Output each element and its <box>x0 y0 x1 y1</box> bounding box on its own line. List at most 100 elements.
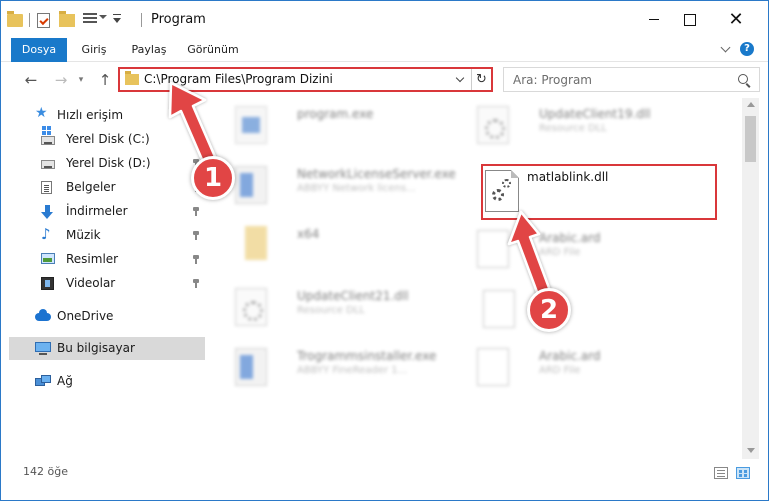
file-icon <box>477 348 509 386</box>
sidebar-item-drive-d[interactable]: Yerel Disk (D:) <box>9 152 205 175</box>
drive-c-icon <box>41 131 55 145</box>
pictures-icon <box>41 253 55 264</box>
pin-icon <box>193 255 199 264</box>
search-input[interactable]: Ara: Program <box>513 73 592 87</box>
scroll-up-icon[interactable] <box>747 102 755 107</box>
gear-icon <box>492 189 504 201</box>
search-icon <box>738 74 748 84</box>
scrollbar-thumb[interactable] <box>745 116 756 162</box>
highlighted-file-name[interactable]: matlablink.dll <box>527 170 608 184</box>
address-bar[interactable]: C:\Program Files\Program Dizini ↻ <box>118 67 493 92</box>
onedrive-cloud-icon <box>35 309 51 321</box>
sidebar-item-music[interactable]: ♪ Müzik <box>9 224 205 247</box>
sidebar-item-label: Videolar <box>66 276 116 290</box>
navigation-bar: ← → ▾ ↑ C:\Program Files\Program Dizini … <box>1 62 768 98</box>
scroll-down-icon[interactable] <box>747 448 755 453</box>
maximize-button[interactable] <box>667 1 713 38</box>
list-item[interactable]: program.exe <box>223 98 463 158</box>
sidebar-item-drive-c[interactable]: Yerel Disk (C:) <box>9 128 205 151</box>
separator <box>29 13 30 27</box>
expand-ribbon-icon[interactable] <box>720 43 732 55</box>
tab-file[interactable]: Dosya <box>11 38 67 62</box>
separator <box>141 13 142 27</box>
customize-toolbar-icon[interactable] <box>113 14 121 24</box>
sidebar-item-label: Bu bilgisayar <box>57 341 135 355</box>
list-item[interactable]: NetworkLicenseServer.exe ABBYY Network l… <box>223 158 463 218</box>
callout-badge-1: 1 <box>191 156 235 200</box>
list-item[interactable]: x64 <box>223 218 463 278</box>
tab-view[interactable]: Görünüm <box>187 38 239 62</box>
folder-icon <box>245 226 267 260</box>
view-options-icon[interactable] <box>83 13 97 27</box>
address-dropdown-icon[interactable] <box>456 75 466 85</box>
search-box[interactable]: Ara: Program <box>503 67 760 92</box>
chevron-down-icon[interactable] <box>99 15 107 19</box>
file-description: ARD File <box>539 365 581 376</box>
sidebar-item-label: Hızlı erişim <box>57 108 124 122</box>
videos-icon <box>41 277 54 290</box>
sidebar-item-label: Belgeler <box>66 180 116 194</box>
sidebar-item-pictures[interactable]: Resimler <box>9 248 205 271</box>
new-folder-icon[interactable] <box>59 11 75 27</box>
pin-icon <box>193 135 199 144</box>
sidebar-item-quick-access[interactable]: ★ Hızlı erişim <box>9 104 205 127</box>
up-arrow-icon[interactable]: ↑ <box>95 70 115 90</box>
ribbon-tabs: Dosya Giriş Paylaş Görünüm ? <box>1 38 768 62</box>
help-icon[interactable]: ? <box>740 42 754 56</box>
file-description: ARD File <box>539 247 581 258</box>
dll-file-icon <box>485 170 519 212</box>
file-name: program.exe <box>297 107 374 121</box>
file-description: Resource DLL <box>297 305 365 316</box>
close-button[interactable]: ✕ <box>713 1 759 38</box>
downloads-icon <box>41 205 55 219</box>
application-icon <box>235 348 267 386</box>
folder-icon[interactable] <box>7 11 23 27</box>
back-arrow-icon[interactable]: ← <box>21 70 41 90</box>
drive-d-icon <box>41 160 55 169</box>
vertical-scrollbar[interactable] <box>742 98 759 459</box>
properties-icon[interactable] <box>37 13 50 28</box>
dll-file-icon <box>235 288 267 326</box>
sidebar-item-videos[interactable]: Videolar <box>9 272 205 295</box>
recent-locations-icon[interactable]: ▾ <box>75 70 87 90</box>
sidebar-item-label: OneDrive <box>57 309 114 323</box>
file-name: Arabic.ard <box>539 231 601 245</box>
executable-icon <box>235 106 267 144</box>
gear-icon <box>502 179 511 188</box>
details-view-icon[interactable] <box>714 467 728 479</box>
file-description: Resource DLL <box>539 123 607 134</box>
list-item[interactable]: Arabic.ard ARD File <box>465 222 705 282</box>
file-list: program.exe UpdateClient19.dll Resource … <box>213 98 742 459</box>
navigation-pane: ★ Hızlı erişim Yerel Disk (C:) Yerel Dis… <box>1 98 213 459</box>
file-name: x64 <box>297 227 320 241</box>
file-description: ABBYY FineReader 1... <box>297 365 408 376</box>
address-path[interactable]: C:\Program Files\Program Dizini <box>144 72 333 86</box>
list-item[interactable]: UpdateClient21.dll Resource DLL <box>223 280 463 340</box>
refresh-icon[interactable]: ↻ <box>471 69 491 90</box>
callout-badge-2: 2 <box>527 288 571 332</box>
close-icon: ✕ <box>728 9 744 30</box>
file-name: UpdateClient19.dll <box>539 107 651 121</box>
tab-home[interactable]: Giriş <box>81 38 107 62</box>
pin-icon <box>193 231 199 240</box>
pin-icon <box>193 279 199 288</box>
file-description: ABBYY Network licens... <box>297 183 416 194</box>
title-bar: Program ✕ <box>1 1 768 38</box>
sidebar-item-this-pc[interactable]: Bu bilgisayar <box>9 337 205 360</box>
sidebar-item-network[interactable]: Ağ <box>9 370 205 393</box>
list-item[interactable]: Trogrammsinstaller.exe ABBYY FineReader … <box>223 340 463 400</box>
sidebar-item-onedrive[interactable]: OneDrive <box>9 305 205 328</box>
file-name: Arabic.ard <box>539 349 601 363</box>
sidebar-item-documents[interactable]: Belgeler <box>9 176 205 199</box>
tab-share[interactable]: Paylaş <box>129 38 169 62</box>
sidebar-item-label: Yerel Disk (D:) <box>66 156 151 170</box>
documents-icon <box>41 181 52 194</box>
network-icon <box>35 375 51 388</box>
sidebar-item-downloads[interactable]: İndirmeler <box>9 200 205 223</box>
large-icons-view-icon[interactable] <box>736 467 750 479</box>
folder-icon <box>125 71 139 85</box>
file-icon <box>477 230 509 268</box>
forward-arrow-icon[interactable]: → <box>51 70 71 90</box>
list-item[interactable]: UpdateClient19.dll Resource DLL <box>465 98 705 158</box>
list-item[interactable]: Arabic.ard ARD File <box>465 340 705 400</box>
